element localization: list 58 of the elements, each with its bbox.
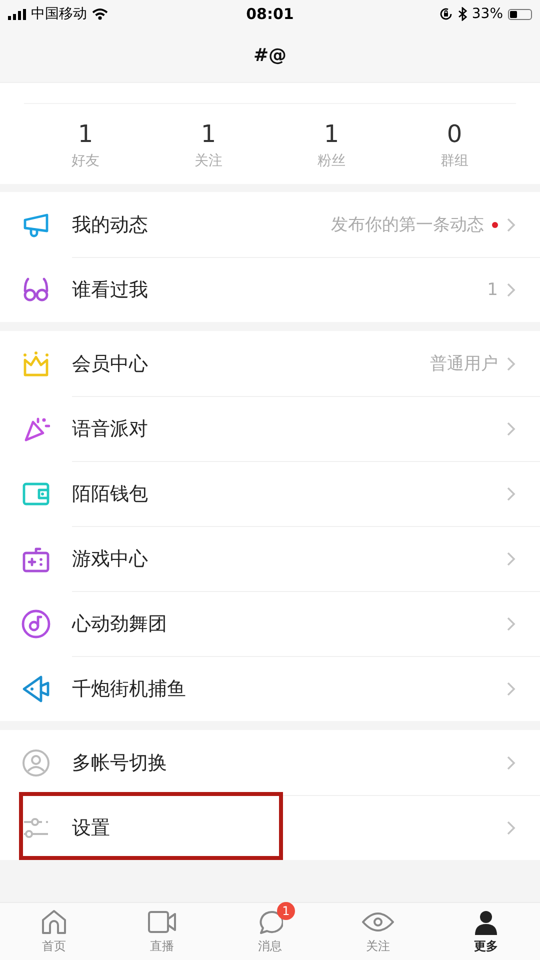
chevron-right-icon <box>506 754 516 770</box>
menu-label: 谁看过我 <box>72 278 148 303</box>
menu-item[interactable]: 千炮街机捕鱼 <box>0 656 540 721</box>
menu-detail: 1 <box>487 280 498 300</box>
status-time: 08:01 <box>246 5 294 23</box>
chevron-right-icon <box>506 616 516 632</box>
chevron-right-icon <box>506 282 516 298</box>
battery-icon <box>508 8 532 20</box>
chevron-right-icon <box>506 551 516 567</box>
chevron-right-icon <box>506 216 516 232</box>
video-camera-icon <box>148 910 176 934</box>
stat-label: 好友 <box>72 152 100 170</box>
stat-label: 群组 <box>440 152 468 170</box>
menu-item[interactable]: 心动劲舞团 <box>0 591 540 656</box>
chevron-right-icon <box>506 820 516 836</box>
stat-label: 关注 <box>194 152 222 170</box>
menu-item[interactable]: 游戏中心 <box>0 526 540 591</box>
stat-count: 1 <box>200 120 216 148</box>
battery-percent: 33% <box>472 6 503 22</box>
chevron-right-icon <box>506 356 516 372</box>
menu-item[interactable]: 语音派对 <box>0 396 540 461</box>
menu-label: 语音派对 <box>72 417 148 442</box>
chevron-right-icon <box>506 486 516 502</box>
menu-label: 多帐号切换 <box>72 750 167 776</box>
menu-item[interactable]: 设置 <box>0 795 540 860</box>
menu-item[interactable]: 多帐号切换 <box>0 730 540 795</box>
chat-bubble-icon <box>257 909 283 935</box>
rotation-lock-icon <box>438 7 453 21</box>
menu-label: 我的动态 <box>72 212 148 238</box>
tab-button[interactable]: 1 消息 <box>216 903 324 960</box>
menu-label: 游戏中心 <box>72 547 148 572</box>
signal-icon <box>8 8 26 20</box>
menu-label: 千炮街机捕鱼 <box>72 677 186 702</box>
menu-item[interactable]: 会员中心 普通用户 <box>0 331 540 396</box>
wifi-icon <box>92 8 108 20</box>
chevron-right-icon <box>506 421 516 437</box>
menu-label: 会员中心 <box>72 352 148 376</box>
carrier-name: 中国移动 <box>31 5 87 23</box>
home-icon <box>41 909 67 935</box>
menu-detail: 普通用户 <box>430 353 498 375</box>
menu-label: 心动劲舞团 <box>72 612 167 637</box>
chevron-right-icon <box>506 681 516 697</box>
menu-detail: 发布你的第一条动态 <box>331 214 484 236</box>
stat-count: 1 <box>324 120 340 148</box>
stat-label: 粉丝 <box>318 152 346 170</box>
stat-count: 1 <box>78 120 94 148</box>
menu-label: 设置 <box>72 816 110 841</box>
user-icon <box>473 909 499 935</box>
menu-item[interactable]: 我的动态 发布你的第一条动态 <box>0 192 540 257</box>
menu-item[interactable]: 谁看过我 1 <box>0 257 540 322</box>
bluetooth-icon <box>458 7 467 21</box>
menu-item[interactable]: 陌陌钱包 <box>0 461 540 526</box>
notification-badge: 1 <box>277 902 295 920</box>
menu-label: 陌陌钱包 <box>72 482 148 507</box>
stat-count: 0 <box>446 120 462 148</box>
eye-icon <box>362 911 394 933</box>
page-title: #@ <box>253 44 287 66</box>
tab-button[interactable]: 更多 <box>432 903 540 960</box>
